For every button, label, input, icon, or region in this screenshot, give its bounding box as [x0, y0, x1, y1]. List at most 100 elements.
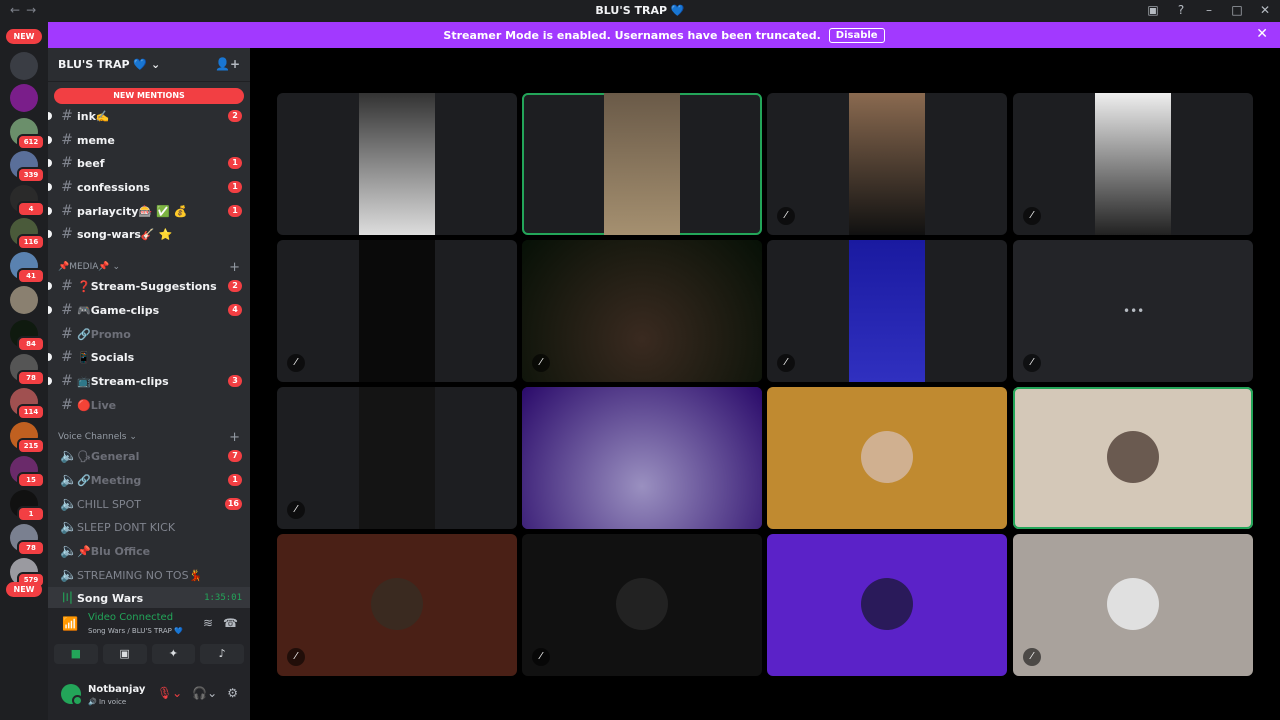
video-tile[interactable]: ⁄ [1013, 93, 1253, 235]
mic-muted-icon: ⁄ [287, 354, 305, 372]
video-tile[interactable]: ⁄ [767, 93, 1007, 235]
screen-share-icon[interactable]: ▣ [102, 644, 147, 664]
server-icon[interactable] [10, 52, 38, 80]
hash-icon: # [61, 203, 73, 219]
server-badge: 612 [17, 134, 45, 150]
minimize-icon[interactable]: – [1202, 3, 1216, 17]
server-badge: 339 [17, 167, 45, 183]
channel-item[interactable]: # meme [48, 129, 250, 151]
mic-muted-icon: ⁄ [1023, 648, 1041, 666]
voice-channel-item[interactable]: 🔈 🗣General 7 [48, 445, 250, 467]
hash-icon: # [61, 108, 73, 124]
add-channel-icon[interactable]: + [229, 260, 240, 275]
mic-muted-icon: ⁄ [532, 354, 550, 372]
voice-channel-item[interactable]: 🔈 SLEEP DONT KICK [48, 516, 250, 538]
server-badge: 84 [17, 336, 45, 352]
voice-channel-item[interactable]: 🔈 CHILL SPOT 16 [48, 493, 250, 515]
voice-channel-item-active[interactable]: 〣 Song Wars 1:35:01 [48, 587, 250, 609]
banner-text: Streamer Mode is enabled. Usernames have… [443, 28, 821, 42]
inbox-icon[interactable]: ▣ [1146, 3, 1160, 17]
close-icon[interactable]: ✕ [1258, 3, 1272, 17]
new-pill-bottom[interactable]: NEW [6, 582, 42, 597]
speaker-icon: 🔈 [60, 496, 78, 512]
new-mentions-pill[interactable]: NEW MENTIONS [54, 88, 244, 104]
avatar [616, 578, 668, 630]
video-tile[interactable]: ⁄ [277, 240, 517, 382]
voice-channel-item[interactable]: 🔈 🔗Meeting 1 [48, 469, 250, 491]
voice-channel-item[interactable]: 🔈 📌Blu Office [48, 540, 250, 562]
video-tile[interactable]: ⁄ [767, 240, 1007, 382]
server-header[interactable]: BLU'S TRAP 💙 ⌄ 👤+ [48, 48, 250, 82]
disconnect-icon[interactable]: ☎ [223, 616, 238, 630]
streamer-mode-banner: Streamer Mode is enabled. Usernames have… [48, 22, 1280, 48]
channel-item[interactable]: # 📱Socials [48, 346, 250, 368]
server-icon[interactable] [10, 84, 38, 112]
video-tile[interactable]: ⁄ [522, 534, 762, 676]
signal-icon[interactable]: 📶 [62, 617, 78, 632]
channel-item[interactable]: # confessions 1 [48, 176, 250, 198]
video-tile[interactable]: ••• ⁄ [1013, 240, 1253, 382]
channel-item[interactable]: # beef 1 [48, 152, 250, 174]
mic-muted-icon: ⁄ [777, 354, 795, 372]
voice-location[interactable]: Song Wars / BLU'S TRAP 💙 [88, 627, 183, 635]
hash-icon: # [61, 226, 73, 242]
video-tile[interactable] [522, 93, 762, 235]
title-bar: ←→ BLU'S TRAP 💙 ▣ ? – □ ✕ [0, 0, 1280, 22]
video-tile[interactable] [767, 534, 1007, 676]
username[interactable]: Notbanjay [88, 684, 145, 695]
help-icon[interactable]: ? [1174, 3, 1188, 17]
server-icon[interactable] [10, 286, 38, 314]
server-badge: 1 [17, 506, 45, 522]
camera-icon[interactable]: ■ [54, 644, 98, 664]
server-name: BLU'S TRAP 💙 ⌄ [58, 58, 161, 71]
hash-icon: # [61, 349, 73, 365]
channel-item[interactable]: # 🔗Promo [48, 323, 250, 345]
channel-item[interactable]: # 📺Stream-clips 3 [48, 370, 250, 392]
more-icon[interactable]: ••• [1123, 304, 1144, 318]
hash-icon: # [61, 155, 73, 171]
settings-icon[interactable]: ⚙ [227, 686, 238, 700]
channel-item[interactable]: # ❓Stream-Suggestions 2 [48, 275, 250, 297]
channel-item[interactable]: # song-wars🎸 ⭐ [48, 223, 250, 245]
category-media[interactable]: 📌MEDIA📌 ⌄ + [58, 260, 244, 275]
video-tile[interactable] [767, 387, 1007, 529]
activities-icon[interactable]: ✦ [151, 644, 196, 664]
hash-icon: # [61, 302, 73, 318]
channel-item[interactable]: # 🎮Game-clips 4 [48, 299, 250, 321]
window-title: BLU'S TRAP 💙 [595, 4, 685, 17]
server-badge: 15 [17, 472, 45, 488]
speaker-icon: 🔈 [60, 567, 78, 583]
channel-item[interactable]: # ink✍️ 2 [48, 105, 250, 127]
speaker-icon: 🔈 [60, 472, 78, 488]
voice-channel-item[interactable]: 🔈 STREAMING NO TOS💃 [48, 564, 250, 586]
channel-item[interactable]: # parlaycity🎰 ✅ 💰 1 [48, 200, 250, 222]
avatar [371, 578, 423, 630]
video-tile[interactable]: ⁄ [522, 240, 762, 382]
channel-item[interactable]: # 🔴Live [48, 394, 250, 416]
video-tile[interactable]: ⁄ [1013, 534, 1253, 676]
avatar [861, 578, 913, 630]
add-channel-icon[interactable]: + [229, 430, 240, 445]
video-tile[interactable]: ⁄ [277, 387, 517, 529]
video-tile[interactable] [522, 387, 762, 529]
noise-suppression-icon[interactable]: ≋ [203, 616, 213, 630]
server-badge: 78 [17, 370, 45, 386]
speaker-icon: 🔈 [60, 519, 78, 535]
soundboard-icon[interactable]: ♪ [200, 644, 244, 664]
video-tile[interactable]: ⁄ [277, 534, 517, 676]
category-voice[interactable]: Voice Channels ⌄ + [58, 430, 244, 445]
avatar[interactable] [61, 684, 83, 706]
user-status: 🔊 In voice [88, 698, 127, 706]
voice-status[interactable]: Video Connected [88, 612, 173, 623]
new-pill-top[interactable]: NEW [6, 29, 42, 44]
hash-icon: # [61, 278, 73, 294]
avatar [1107, 578, 1159, 630]
mic-muted-icon[interactable]: 🎙⌄ [157, 686, 182, 700]
video-tile[interactable] [277, 93, 517, 235]
add-member-icon[interactable]: 👤+ [215, 57, 240, 71]
video-tile[interactable] [1013, 387, 1253, 529]
headphones-icon[interactable]: 🎧⌄ [192, 686, 217, 700]
disable-button[interactable]: Disable [828, 27, 885, 43]
maximize-icon[interactable]: □ [1230, 3, 1244, 17]
close-banner-icon[interactable]: ✕ [1256, 26, 1268, 42]
